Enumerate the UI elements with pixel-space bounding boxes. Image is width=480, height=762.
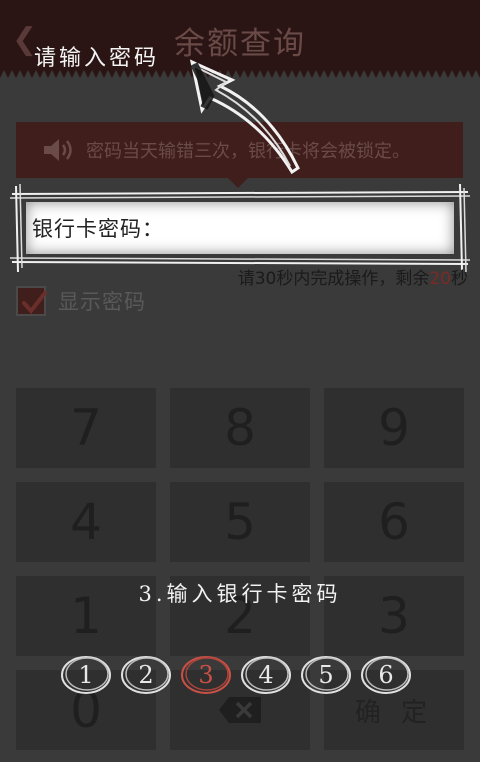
key-4[interactable]: 4 — [16, 482, 156, 562]
key-6[interactable]: 6 — [324, 482, 464, 562]
step-indicator: 1 2 3 4 5 6 — [60, 654, 420, 700]
step-1: 1 — [60, 654, 112, 696]
show-password-toggle[interactable]: 显示密码 — [16, 286, 146, 316]
show-password-label: 显示密码 — [58, 290, 146, 314]
step-6: 6 — [360, 654, 412, 696]
sketch-arrow-icon — [189, 59, 300, 175]
countdown-seconds: 20 — [429, 269, 451, 289]
key-7[interactable]: 7 — [16, 388, 156, 468]
key-9[interactable]: 9 — [324, 388, 464, 468]
step-caption: 3.输入银行卡密码 — [138, 582, 342, 606]
step-4: 4 — [240, 654, 292, 696]
step-3-active: 3 — [180, 654, 232, 696]
step-5: 5 — [300, 654, 352, 696]
countdown-text: 请30秒内完成操作，剩余20秒 — [237, 269, 468, 289]
hint-enter-password: 请输入密码 — [34, 46, 160, 71]
key-8[interactable]: 8 — [170, 388, 310, 468]
show-password-checkbox[interactable] — [16, 286, 47, 316]
step-2: 2 — [120, 654, 172, 696]
speaker-icon — [44, 139, 72, 161]
checkmark-icon — [22, 291, 47, 315]
sketch-highlight-frame — [9, 183, 471, 273]
key-5[interactable]: 5 — [170, 482, 310, 562]
